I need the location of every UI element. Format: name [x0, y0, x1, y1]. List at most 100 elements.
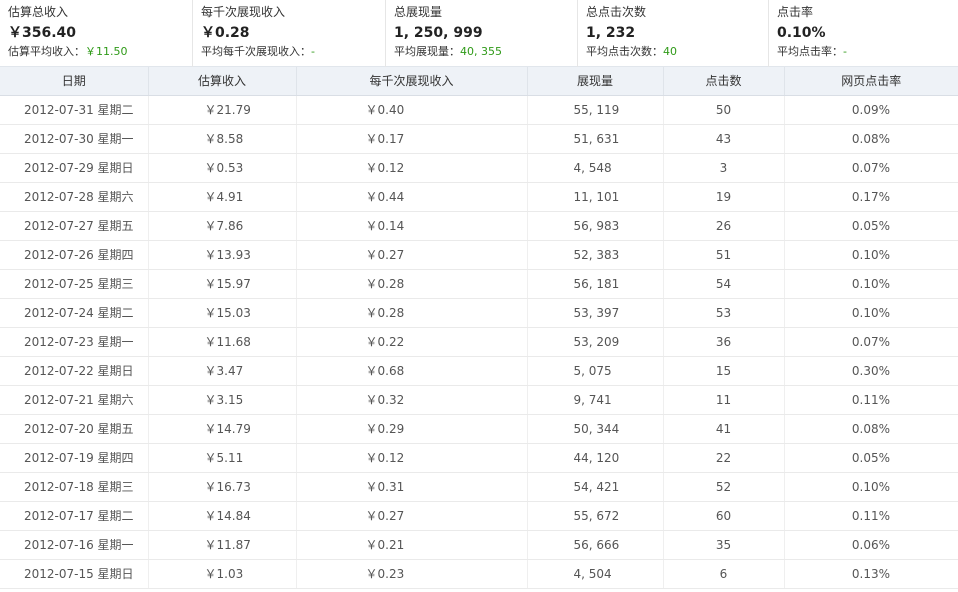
summary-sub-value: ￥11.50 — [85, 45, 128, 58]
summary-sub-value: - — [843, 45, 847, 58]
summary-impressions: 总展现量 1, 250, 999 平均展现量：40, 355 — [386, 0, 578, 67]
summary-sub: 平均点击次数：40 — [586, 44, 768, 60]
cell-ctr: 0.30% — [784, 356, 958, 386]
cell-ctr: 0.11% — [784, 501, 958, 531]
table-row: 2012-07-15 星期日 ￥1.03 ￥0.23 4, 504 6 0.13% — [0, 559, 958, 589]
cell-clicks: 52 — [663, 472, 785, 502]
summary-value: ￥0.28 — [201, 25, 250, 41]
summary-value: 1, 232 — [586, 25, 636, 41]
cell-clicks: 41 — [663, 414, 785, 444]
summary-sub-value: - — [311, 45, 315, 58]
cell-rpm: ￥0.27 — [296, 240, 528, 270]
cell-clicks: 22 — [663, 443, 785, 473]
cell-ctr: 0.10% — [784, 472, 958, 502]
summary-clicks: 总点击次数 1, 232 平均点击次数：40 — [578, 0, 769, 67]
table-row: 2012-07-25 星期三 ￥15.97 ￥0.28 56, 181 54 0.10% — [0, 269, 958, 299]
cell-clicks: 51 — [663, 240, 785, 270]
cell-ctr: 0.08% — [784, 414, 958, 444]
summary-sub: 平均展现量：40, 355 — [394, 44, 577, 60]
table-row: 2012-07-18 星期三 ￥16.73 ￥0.31 54, 421 52 0.10% — [0, 472, 958, 502]
cell-revenue: ￥14.79 — [148, 414, 297, 444]
cell-date: 2012-07-25 星期三 — [0, 269, 149, 299]
table-row: 2012-07-30 星期一 ￥8.58 ￥0.17 51, 631 43 0.08% — [0, 124, 958, 154]
cell-ctr: 0.13% — [784, 559, 958, 589]
table-header-row: 日期 估算收入 每千次展现收入 展现量 点击数 网页点击率 — [0, 67, 958, 96]
cell-revenue: ￥1.03 — [148, 559, 297, 589]
cell-impressions: 9, 741 — [527, 385, 664, 415]
cell-impressions: 55, 672 — [527, 501, 664, 531]
cell-ctr: 0.05% — [784, 211, 958, 241]
cell-clicks: 26 — [663, 211, 785, 241]
table-row: 2012-07-27 星期五 ￥7.86 ￥0.14 56, 983 26 0.05% — [0, 211, 958, 241]
summary-label: 总点击次数 — [586, 5, 647, 19]
table-row: 2012-07-16 星期一 ￥11.87 ￥0.21 56, 666 35 0.06% — [0, 530, 958, 560]
summary-sub-label: 平均点击次数： — [586, 45, 663, 58]
column-header-ctr[interactable]: 网页点击率 — [784, 67, 958, 96]
cell-ctr: 0.10% — [784, 269, 958, 299]
cell-clicks: 35 — [663, 530, 785, 560]
summary-sub: 平均点击率：- — [777, 44, 958, 60]
cell-ctr: 0.10% — [784, 240, 958, 270]
summary-sub-label: 平均点击率： — [777, 45, 843, 58]
summary-sub: 估算平均收入：￥11.50 — [8, 44, 192, 60]
cell-date: 2012-07-28 星期六 — [0, 182, 149, 212]
table-row: 2012-07-31 星期二 ￥21.79 ￥0.40 55, 119 50 0.09% — [0, 95, 958, 125]
cell-rpm: ￥0.44 — [296, 182, 528, 212]
cell-ctr: 0.08% — [784, 124, 958, 154]
cell-rpm: ￥0.22 — [296, 327, 528, 357]
cell-ctr: 0.06% — [784, 530, 958, 560]
cell-impressions: 54, 421 — [527, 472, 664, 502]
cell-impressions: 4, 504 — [527, 559, 664, 589]
cell-impressions: 52, 383 — [527, 240, 664, 270]
cell-ctr: 0.11% — [784, 385, 958, 415]
cell-clicks: 36 — [663, 327, 785, 357]
summary-label: 估算总收入 — [8, 5, 69, 19]
cell-revenue: ￥15.97 — [148, 269, 297, 299]
cell-ctr: 0.10% — [784, 298, 958, 328]
cell-revenue: ￥3.15 — [148, 385, 297, 415]
table-row: 2012-07-22 星期日 ￥3.47 ￥0.68 5, 075 15 0.30% — [0, 356, 958, 386]
cell-clicks: 3 — [663, 153, 785, 183]
cell-clicks: 11 — [663, 385, 785, 415]
cell-impressions: 55, 119 — [527, 95, 664, 125]
summary-rpm: 每千次展现收入 ￥0.28 平均每千次展现收入：- — [193, 0, 386, 67]
cell-revenue: ￥5.11 — [148, 443, 297, 473]
cell-date: 2012-07-21 星期六 — [0, 385, 149, 415]
cell-clicks: 53 — [663, 298, 785, 328]
cell-ctr: 0.09% — [784, 95, 958, 125]
table-row: 2012-07-29 星期日 ￥0.53 ￥0.12 4, 548 3 0.07% — [0, 153, 958, 183]
cell-revenue: ￥3.47 — [148, 356, 297, 386]
summary-value: 0.10% — [777, 25, 826, 41]
cell-rpm: ￥0.31 — [296, 472, 528, 502]
cell-revenue: ￥11.87 — [148, 530, 297, 560]
cell-rpm: ￥0.27 — [296, 501, 528, 531]
cell-rpm: ￥0.23 — [296, 559, 528, 589]
column-header-date[interactable]: 日期 — [0, 67, 149, 96]
cell-rpm: ￥0.12 — [296, 153, 528, 183]
summary-sub-label: 估算平均收入： — [8, 45, 85, 58]
cell-date: 2012-07-30 星期一 — [0, 124, 149, 154]
cell-rpm: ￥0.12 — [296, 443, 528, 473]
cell-impressions: 50, 344 — [527, 414, 664, 444]
cell-impressions: 56, 666 — [527, 530, 664, 560]
column-header-rpm[interactable]: 每千次展现收入 — [296, 67, 528, 96]
column-header-clicks[interactable]: 点击数 — [663, 67, 785, 96]
cell-ctr: 0.05% — [784, 443, 958, 473]
cell-clicks: 19 — [663, 182, 785, 212]
cell-impressions: 53, 397 — [527, 298, 664, 328]
table-row: 2012-07-21 星期六 ￥3.15 ￥0.32 9, 741 11 0.11% — [0, 385, 958, 415]
cell-revenue: ￥7.86 — [148, 211, 297, 241]
summary-label: 总展现量 — [394, 5, 443, 19]
cell-rpm: ￥0.28 — [296, 269, 528, 299]
cell-revenue: ￥21.79 — [148, 95, 297, 125]
cell-clicks: 54 — [663, 269, 785, 299]
column-header-revenue[interactable]: 估算收入 — [148, 67, 297, 96]
column-header-impressions[interactable]: 展现量 — [527, 67, 664, 96]
cell-rpm: ￥0.40 — [296, 95, 528, 125]
cell-clicks: 60 — [663, 501, 785, 531]
cell-date: 2012-07-17 星期二 — [0, 501, 149, 531]
cell-date: 2012-07-20 星期五 — [0, 414, 149, 444]
cell-rpm: ￥0.28 — [296, 298, 528, 328]
summary-total-revenue: 估算总收入 ￥356.40 估算平均收入：￥11.50 — [0, 0, 193, 67]
cell-ctr: 0.07% — [784, 327, 958, 357]
